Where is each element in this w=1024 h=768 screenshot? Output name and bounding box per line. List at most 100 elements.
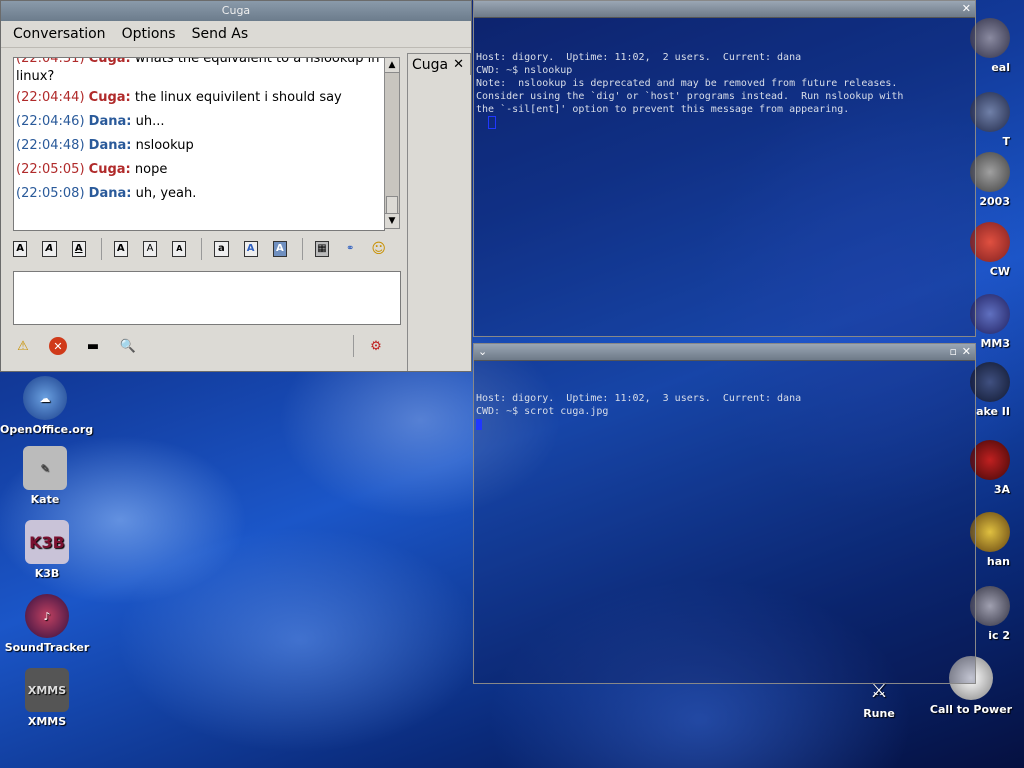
block-button[interactable]: ✕ — [48, 336, 68, 356]
conversation-log[interactable]: (22:04:31) Cuga: whats the equivalent to… — [13, 57, 385, 231]
desktop-icon-xmms[interactable]: XMMS XMMS — [2, 668, 92, 728]
bold-icon[interactable]: A — [13, 241, 28, 257]
terminal-titlebar[interactable]: ✕ — [474, 1, 975, 18]
terminal-line: Host: digory. Uptime: 11:02, 3 users. Cu… — [476, 393, 802, 404]
terminal-cursor — [476, 418, 482, 430]
message-input[interactable] — [13, 271, 401, 325]
tab-cuga[interactable]: Cuga ✕ — [407, 53, 471, 75]
terminal-line: Note: nslookup is deprecated and may be … — [476, 78, 898, 89]
app-icon — [970, 512, 1010, 552]
chat-window: Cuga Conversation Options Send As (22:04… — [0, 0, 472, 372]
message-line: (22:04:44) Cuga: the linux equivilent i … — [14, 86, 384, 110]
app-icon — [970, 586, 1010, 626]
message-time: (22:04:31) — [16, 57, 85, 66]
font-face-icon[interactable]: a — [214, 241, 229, 257]
k3b-icon: K3B — [25, 520, 69, 564]
desktop-icon-label: SoundTracker — [4, 641, 90, 654]
message-line: (22:04:48) Dana: nslookup — [14, 134, 384, 158]
desktop-icon-label: Kate — [30, 493, 60, 506]
message-line: (22:04:46) Dana: uh... — [14, 110, 384, 134]
magnifier-icon: 🔍 — [119, 338, 137, 354]
message-sender: Dana: — [88, 114, 132, 129]
smiley-icon[interactable]: ☺ — [371, 242, 386, 256]
remove-button[interactable]: ▬ — [83, 336, 103, 356]
app-icon — [970, 440, 1010, 480]
larger-font-icon[interactable]: A — [113, 241, 128, 257]
warn-icon[interactable]: ⚠ — [13, 336, 33, 356]
info-button[interactable]: 🔍 — [118, 336, 138, 356]
message-line: (22:04:31) Cuga: whats the equivalent to… — [14, 57, 384, 86]
italic-icon[interactable]: A — [42, 241, 57, 257]
normal-font-icon[interactable]: A — [142, 241, 158, 257]
message-text: the linux equivilent i should say — [134, 90, 342, 105]
app-icon — [970, 222, 1010, 262]
message-sender: Cuga: — [88, 162, 131, 177]
terminal-output: Host: digory. Uptime: 11:02, 3 users. Cu… — [474, 361, 975, 435]
terminal-bottom[interactable]: ⌄ ▫ ✕ Host: digory. Uptime: 11:02, 3 use… — [473, 343, 976, 684]
desktop-icon-soundtracker[interactable]: ♪ SoundTracker — [2, 594, 92, 654]
desktop-icon-kate[interactable]: ✎ Kate — [0, 446, 90, 506]
message-time: (22:05:05) — [16, 162, 85, 177]
message-text: uh... — [135, 114, 165, 129]
app-icon — [970, 18, 1010, 58]
chevron-down-icon[interactable]: ⌄ — [478, 345, 487, 358]
toolbar-separator — [201, 238, 203, 260]
scroll-up-arrow-icon[interactable]: ▲ — [385, 58, 399, 73]
desktop-icon-label: OpenOffice.org — [0, 423, 94, 436]
action-toolbar: ⚠ ✕ ▬ 🔍 ⚙ — [13, 333, 401, 359]
desktop-icon-label: K3B — [34, 567, 60, 580]
close-tab-icon[interactable]: ✕ — [453, 54, 464, 76]
terminal-line: the `-sil[ent]' option to prevent this m… — [476, 104, 850, 115]
minus-icon: ▬ — [86, 338, 100, 354]
block-icon: ✕ — [49, 337, 67, 355]
menu-conversation[interactable]: Conversation — [13, 26, 106, 42]
smaller-font-icon[interactable]: A — [172, 241, 187, 257]
background-color-icon[interactable]: A — [272, 241, 288, 257]
message-sender: Cuga: — [88, 90, 131, 105]
desktop-icon-label: Rune — [863, 707, 895, 720]
message-time: (22:04:44) — [16, 90, 85, 105]
app-icon — [970, 294, 1010, 334]
desktop-icon-label: Call to Power — [929, 703, 1013, 716]
window-title: Cuga — [221, 4, 251, 17]
desktop-icon-k3b[interactable]: K3B K3B — [2, 520, 92, 580]
app-icon — [970, 152, 1010, 192]
message-sender: Cuga: — [88, 57, 131, 66]
close-icon[interactable]: ✕ — [962, 2, 971, 15]
tab-label: Cuga — [412, 57, 449, 73]
terminal-top[interactable]: ✕ Host: digory. Uptime: 11:02, 2 users. … — [473, 0, 976, 337]
message-text: nslookup — [135, 138, 194, 153]
app-icon — [970, 92, 1010, 132]
terminal-line: CWD: ~$ scrot cuga.jpg — [476, 406, 609, 417]
insert-link-icon[interactable]: ⚭ — [344, 242, 356, 256]
foreground-color-icon[interactable]: A — [243, 241, 258, 257]
message-text: nope — [134, 162, 168, 177]
insert-image-icon[interactable]: ▦ — [314, 241, 330, 257]
message-line: (22:05:08) Dana: uh, yeah. — [14, 182, 384, 206]
buddy-icon: ⚙ — [370, 338, 382, 354]
desktop-icon-openoffice[interactable]: ☁ OpenOffice.org — [0, 376, 94, 436]
message-sender: Dana: — [88, 186, 132, 201]
scroll-down-arrow-icon[interactable]: ▼ — [385, 213, 399, 228]
terminal-line: Host: digory. Uptime: 11:02, 2 users. Cu… — [476, 52, 802, 63]
tab-panel-border — [407, 75, 472, 371]
chat-titlebar[interactable]: Cuga — [1, 1, 471, 21]
menu-send-as[interactable]: Send As — [192, 26, 249, 42]
openoffice-icon: ☁ — [23, 376, 67, 420]
formatting-toolbar: A A A A A A a A A ▦ ⚭ ☺ — [13, 237, 401, 261]
underline-icon[interactable]: A — [71, 241, 86, 257]
buddy-menu-button[interactable]: ⚙ — [366, 336, 386, 356]
terminal-cursor — [488, 116, 497, 129]
terminal-line: CWD: ~$ nslookup — [476, 65, 573, 76]
menu-options[interactable]: Options — [122, 26, 176, 42]
maximize-icon[interactable]: ▫ — [950, 345, 957, 358]
conversation-scrollbar[interactable]: ▲ ▼ — [384, 57, 400, 229]
message-sender: Dana: — [88, 138, 132, 153]
toolbar-separator — [353, 335, 354, 357]
toolbar-separator — [100, 238, 102, 260]
message-line: (22:05:05) Cuga: nope — [14, 158, 384, 182]
terminal-titlebar[interactable]: ⌄ ▫ ✕ — [474, 344, 975, 361]
message-text: uh, yeah. — [135, 186, 197, 201]
message-time: (22:05:08) — [16, 186, 85, 201]
close-icon[interactable]: ✕ — [962, 345, 971, 358]
